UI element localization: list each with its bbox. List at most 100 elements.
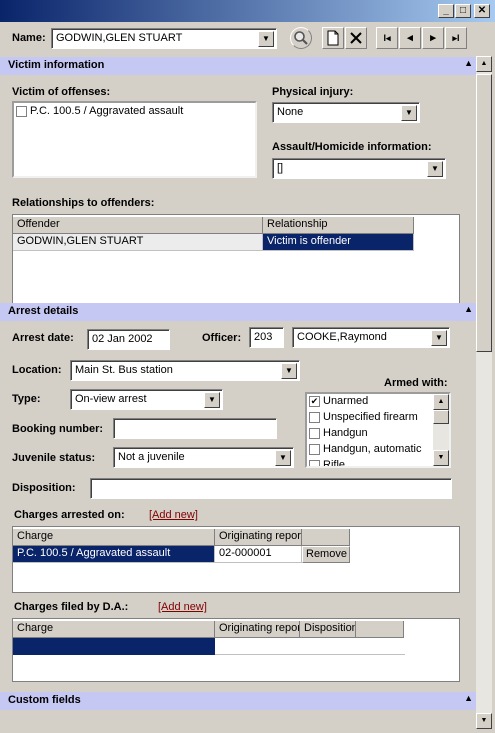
charges-filed-label: Charges filed by D.A.: — [14, 601, 129, 613]
relationship-offender-cell[interactable]: GODWIN,GLEN STUART — [13, 234, 263, 251]
chevron-down-icon[interactable]: ▼ — [204, 392, 220, 408]
grid-header-action[interactable] — [302, 529, 350, 546]
add-charge-filed-link[interactable]: [Add new] — [158, 601, 207, 613]
new-record-button[interactable] — [322, 27, 344, 49]
collapse-up-icon[interactable]: ▲ — [464, 58, 473, 68]
chevron-down-icon[interactable]: ▼ — [258, 31, 274, 47]
armed-with-list[interactable]: ✔ Unarmed Unspecified firearm Handgun Han… — [305, 392, 451, 468]
armed-item-label: Handgun — [323, 427, 368, 439]
assault-homicide-value: [] — [277, 162, 284, 174]
checkbox-checked-icon[interactable]: ✔ — [309, 395, 320, 407]
chevron-down-icon[interactable]: ▼ — [431, 330, 447, 346]
checkbox-icon[interactable] — [16, 105, 27, 117]
close-button[interactable]: ✕ — [474, 4, 490, 18]
arrest-section-header[interactable]: Arrest details ▲ — [0, 303, 476, 321]
grid-header-disposition[interactable]: Disposition — [300, 621, 356, 638]
remove-charge-button[interactable]: Remove — [302, 546, 350, 563]
charges-filed-grid[interactable]: Charge Originating report Disposition — [12, 618, 460, 682]
armed-list-scrollbar[interactable]: ▲ ▼ — [433, 394, 449, 466]
physical-injury-value: None — [277, 106, 304, 118]
officer-name-select[interactable]: COOKE,Raymond ▼ — [292, 327, 450, 348]
collapse-up-icon[interactable]: ▲ — [464, 304, 473, 314]
location-select[interactable]: Main St. Bus station ▼ — [70, 360, 300, 381]
victim-section-title: Victim information — [8, 59, 105, 71]
new-document-icon — [327, 30, 339, 46]
scroll-up-button[interactable]: ▲ — [476, 56, 492, 72]
name-value: GODWIN,GLEN STUART — [56, 32, 183, 44]
collapse-up-icon[interactable]: ▲ — [464, 693, 473, 703]
scroll-thumb[interactable] — [476, 74, 492, 352]
juvenile-status-select[interactable]: Not a juvenile ▼ — [113, 447, 294, 468]
checkbox-icon[interactable] — [309, 459, 320, 466]
location-label: Location: — [12, 364, 62, 376]
armed-item-label: Unarmed — [323, 395, 369, 407]
grid-header-originating-report[interactable]: Originating report — [215, 529, 302, 546]
charge-filed-cell[interactable] — [13, 638, 215, 655]
armed-item-unspecified-firearm[interactable]: Unspecified firearm — [307, 410, 449, 426]
main-scrollbar[interactable]: ▲ ▼ — [476, 56, 492, 729]
grid-header-charge[interactable]: Charge — [13, 529, 215, 546]
victim-offense-item[interactable]: P.C. 100.5 / Aggravated assault — [14, 103, 255, 119]
grid-header-charge[interactable]: Charge — [13, 621, 215, 638]
chevron-down-icon[interactable]: ▼ — [427, 161, 443, 177]
maximize-button[interactable]: □ — [455, 4, 471, 18]
assault-homicide-select[interactable]: [] ▼ — [272, 158, 446, 179]
arrest-type-select[interactable]: On-view arrest ▼ — [70, 389, 223, 410]
originating-report-cell[interactable]: 02-000001 — [215, 546, 302, 563]
scroll-up-button[interactable]: ▲ — [433, 394, 449, 410]
armed-item-label: Unspecified firearm — [323, 411, 418, 423]
grid-header-originating-report[interactable]: Originating report — [215, 621, 300, 638]
grid-header-blank[interactable] — [356, 621, 404, 638]
officer-name-value: COOKE,Raymond — [297, 331, 387, 343]
checkbox-icon[interactable] — [309, 411, 320, 423]
victim-offenses-list[interactable]: P.C. 100.5 / Aggravated assault — [12, 101, 257, 178]
arrest-date-input[interactable]: 02 Jan 2002 — [87, 329, 170, 350]
armed-item-unarmed[interactable]: ✔ Unarmed — [307, 394, 449, 410]
grid-row-divider — [215, 654, 405, 655]
scroll-down-button[interactable]: ▼ — [476, 713, 492, 729]
relationship-type-cell[interactable]: Victim is offender — [263, 234, 414, 251]
assault-homicide-label: Assault/Homicide information: — [272, 141, 432, 153]
charge-cell[interactable]: P.C. 100.5 / Aggravated assault — [13, 546, 215, 563]
chevron-down-icon[interactable]: ▼ — [401, 105, 417, 121]
grid-header-offender[interactable]: Offender — [13, 217, 263, 234]
relationships-label: Relationships to offenders: — [12, 197, 155, 209]
previous-record-button[interactable]: ◂ — [399, 27, 421, 49]
arrest-type-value: On-view arrest — [75, 393, 147, 405]
booking-number-input[interactable] — [113, 418, 277, 439]
disposition-label: Disposition: — [12, 482, 76, 494]
chevron-down-icon[interactable]: ▼ — [281, 363, 297, 379]
charges-arrested-label: Charges arrested on: — [14, 509, 125, 521]
delete-record-button[interactable] — [345, 27, 367, 49]
last-record-button[interactable]: ▸I — [445, 27, 467, 49]
minimize-button[interactable]: _ — [438, 4, 454, 18]
add-charge-arrested-link[interactable]: [Add new] — [149, 509, 198, 521]
grid-header-relationship[interactable]: Relationship — [263, 217, 414, 234]
checkbox-icon[interactable] — [309, 427, 320, 439]
victim-section-header[interactable]: Victim information ▲ — [0, 57, 476, 75]
juvenile-status-label: Juvenile status: — [12, 452, 96, 464]
physical-injury-select[interactable]: None ▼ — [272, 102, 420, 123]
relationships-grid[interactable]: Offender Relationship GODWIN,GLEN STUART… — [12, 214, 460, 304]
next-record-button[interactable]: ▸ — [422, 27, 444, 49]
scroll-down-button[interactable]: ▼ — [433, 450, 449, 466]
name-label: Name: — [12, 32, 46, 44]
scroll-thumb[interactable] — [433, 410, 449, 424]
location-value: Main St. Bus station — [75, 364, 173, 376]
armed-with-label: Armed with: — [384, 377, 448, 389]
first-record-button[interactable]: I◂ — [376, 27, 398, 49]
search-button[interactable] — [290, 27, 312, 49]
title-bar — [0, 0, 495, 22]
armed-item-label: Rifle — [323, 459, 346, 468]
chevron-down-icon[interactable]: ▼ — [275, 450, 291, 466]
checkbox-icon[interactable] — [309, 443, 320, 455]
officer-label: Officer: — [202, 332, 242, 344]
officer-id-input[interactable]: 203 — [249, 327, 284, 348]
disposition-input[interactable] — [90, 478, 452, 499]
charges-arrested-grid[interactable]: Charge Originating report P.C. 100.5 / A… — [12, 526, 460, 593]
armed-item-handgun[interactable]: Handgun — [307, 426, 449, 442]
custom-section-header[interactable]: Custom fields ▲ — [0, 692, 476, 710]
armed-item-handgun-automatic[interactable]: Handgun, automatic — [307, 442, 449, 458]
armed-item-rifle[interactable]: Rifle — [307, 458, 449, 468]
name-combo[interactable]: GODWIN,GLEN STUART ▼ — [51, 28, 277, 49]
